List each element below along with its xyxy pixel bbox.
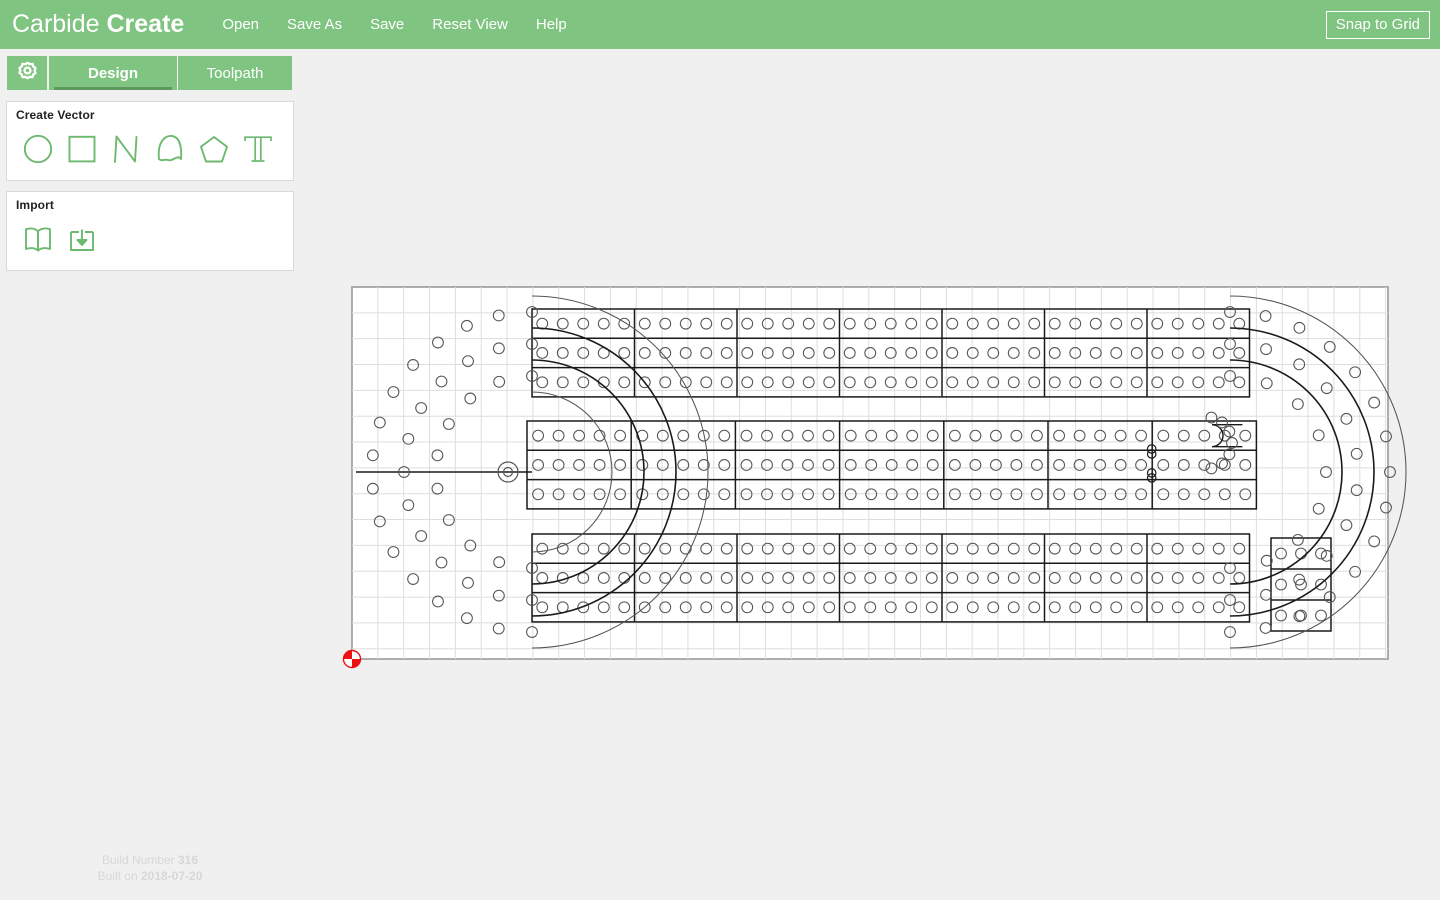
polyline-icon [110, 133, 142, 165]
gear-icon [14, 57, 41, 89]
polygon-tool-button[interactable] [192, 128, 236, 170]
design-canvas[interactable] [300, 97, 1440, 900]
tab-design[interactable]: Design [49, 56, 177, 90]
panel-create-vector-title: Create Vector [16, 108, 95, 122]
curve-tool-button[interactable] [148, 128, 192, 170]
tab-strip: Design Toolpath [0, 49, 1440, 97]
menu-item-save[interactable]: Save [356, 10, 418, 39]
square-icon [66, 133, 98, 165]
pentagon-icon [198, 133, 230, 165]
import-file-tool-button[interactable] [60, 218, 104, 260]
menu-item-help[interactable]: Help [522, 10, 581, 39]
text-tool-button[interactable] [236, 128, 280, 170]
menu-item-save-as[interactable]: Save As [273, 10, 356, 39]
menu-item-reset-view[interactable]: Reset View [418, 10, 522, 39]
built-on-value: 2018-07-20 [141, 869, 202, 883]
built-on-label: Built on [98, 869, 141, 883]
origin-marker [344, 651, 361, 668]
tab-design-label: Design [88, 65, 138, 82]
import-tool-row [16, 218, 104, 260]
tab-toolpath-label: Toolpath [207, 65, 264, 82]
build-number-label: Build Number [102, 853, 178, 867]
rectangle-tool-button[interactable] [60, 128, 104, 170]
build-number-line: Build Number 316 [0, 852, 300, 868]
brand-bold: Create [107, 10, 185, 38]
app-brand: Carbide Create [12, 12, 184, 37]
polyline-tool-button[interactable] [104, 128, 148, 170]
library-tool-button[interactable] [16, 218, 60, 260]
create-vector-tool-row [16, 128, 280, 170]
tab-toolpath[interactable]: Toolpath [178, 56, 292, 90]
circle-tool-button[interactable] [16, 128, 60, 170]
brand-regular: Carbide [12, 10, 107, 38]
snap-to-grid-button[interactable]: Snap to Grid [1326, 11, 1430, 39]
panel-import: Import [6, 191, 294, 271]
build-info: Build Number 316 Built on 2018-07-20 [0, 852, 300, 884]
design-canvas-svg[interactable] [300, 97, 1440, 900]
curve-icon [154, 133, 186, 165]
text-icon [242, 133, 274, 165]
build-number-value: 316 [178, 853, 198, 867]
panel-import-title: Import [16, 198, 54, 212]
import-file-icon [66, 223, 98, 255]
settings-gear-button[interactable] [7, 56, 47, 90]
panel-create-vector: Create Vector [6, 101, 294, 181]
built-on-line: Built on 2018-07-20 [0, 868, 300, 884]
menu-item-open[interactable]: Open [208, 10, 273, 39]
top-menu-bar: Carbide Create Open Save As Save Reset V… [0, 0, 1440, 49]
book-icon [22, 223, 54, 255]
circle-icon [22, 133, 54, 165]
